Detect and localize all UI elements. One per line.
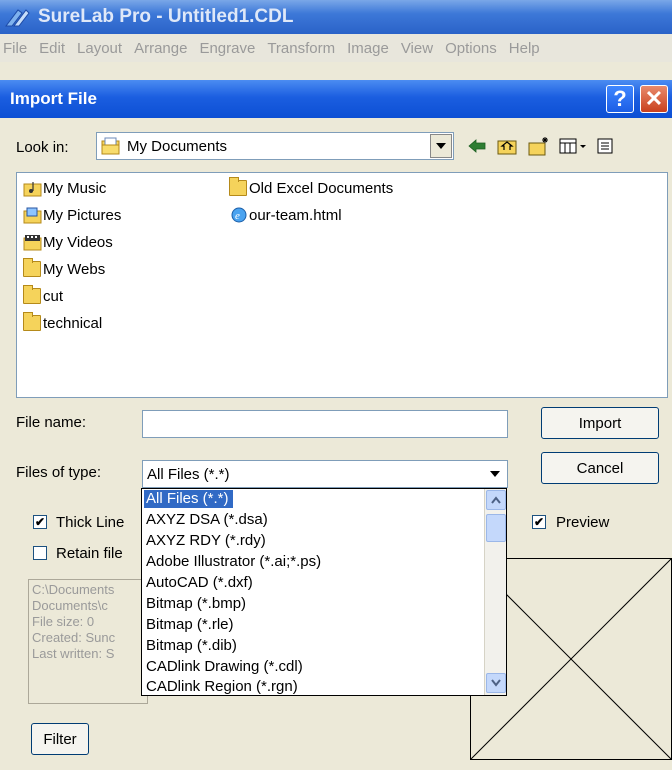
preview-label: Preview	[556, 514, 610, 531]
folder-icon	[23, 312, 41, 331]
type-option[interactable]: Bitmap (*.dib)	[144, 637, 237, 655]
menu-arrange[interactable]: Arrange	[134, 40, 187, 57]
info-path: C:\Documents	[32, 582, 115, 597]
file-list[interactable]: My Music My Pictures My Videos My Webs c…	[16, 172, 668, 398]
menu-bar: File Edit Layout Arrange Engrave Transfo…	[0, 34, 672, 62]
look-in-label: Look in:	[16, 139, 69, 156]
list-item[interactable]: technical	[23, 312, 102, 334]
menu-image[interactable]: Image	[347, 40, 389, 57]
list-item[interactable]: e our-team.html	[229, 204, 342, 226]
cancel-button[interactable]: Cancel	[541, 452, 659, 484]
my-documents-icon	[101, 137, 121, 155]
videos-folder-icon	[23, 233, 43, 251]
type-option[interactable]: AXYZ DSA (*.dsa)	[144, 511, 268, 529]
html-file-icon: e	[229, 206, 249, 224]
dialog-title-bar: Import File ? ✕	[0, 80, 672, 118]
type-option[interactable]: CADlink Region (*.rgn)	[144, 678, 298, 695]
view-menu-icon[interactable]	[558, 135, 590, 157]
pictures-folder-icon	[23, 206, 43, 224]
app-title: SureLab Pro - Untitled1.CDL	[38, 6, 294, 27]
close-button[interactable]: ✕	[640, 85, 668, 113]
type-option[interactable]: AutoCAD (*.dxf)	[144, 574, 253, 592]
type-option[interactable]: AXYZ RDY (*.rdy)	[144, 532, 266, 550]
files-of-type-combo[interactable]: All Files (*.*)	[142, 460, 508, 488]
file-name-label: File name:	[16, 414, 87, 431]
chevron-down-icon	[490, 471, 500, 477]
thick-lines-label: Thick Line	[56, 514, 125, 531]
list-item[interactable]: cut	[23, 285, 63, 307]
dialog-title: Import File	[10, 89, 97, 108]
back-icon[interactable]	[466, 135, 488, 157]
new-folder-icon[interactable]	[528, 135, 550, 157]
files-of-type-dropdown-button[interactable]	[484, 462, 506, 486]
menu-file[interactable]: File	[3, 40, 27, 57]
import-button[interactable]: Import	[541, 407, 659, 439]
folder-icon	[23, 285, 41, 304]
files-of-type-dropdown-list[interactable]: All Files (*.*) AXYZ DSA (*.dsa) AXYZ RD…	[141, 488, 507, 696]
menu-help[interactable]: Help	[509, 40, 540, 57]
file-info-panel: C:\Documents Documents\c File size: 0 Cr…	[28, 579, 148, 704]
thick-lines-checkbox[interactable]: ✔	[33, 515, 47, 529]
list-item[interactable]: My Pictures	[23, 204, 121, 226]
chevron-down-icon	[436, 143, 446, 149]
menu-transform[interactable]: Transform	[267, 40, 335, 57]
info-path-cont: Documents\c	[32, 598, 108, 613]
look-in-value: My Documents	[127, 137, 228, 155]
scroll-thumb[interactable]	[486, 514, 506, 542]
music-folder-icon	[23, 179, 43, 197]
menu-options[interactable]: Options	[445, 40, 497, 57]
help-button[interactable]: ?	[606, 85, 634, 113]
tools-icon[interactable]	[594, 135, 616, 157]
folder-icon	[23, 258, 41, 277]
retain-file-checkbox[interactable]	[33, 546, 47, 560]
look-in-combo[interactable]: My Documents	[96, 132, 454, 160]
menu-view[interactable]: View	[401, 40, 433, 57]
type-option[interactable]: CADlink Drawing (*.cdl)	[144, 658, 303, 676]
menu-layout[interactable]: Layout	[77, 40, 122, 57]
type-option[interactable]: Adobe Illustrator (*.ai;*.ps)	[144, 553, 321, 571]
file-name-input[interactable]	[142, 410, 508, 438]
dropdown-scrollbar[interactable]	[484, 489, 506, 695]
scroll-up-button[interactable]	[486, 490, 506, 510]
app-title-bar: SureLab Pro - Untitled1.CDL	[0, 0, 672, 34]
list-item[interactable]: My Music	[23, 177, 106, 199]
type-option[interactable]: Bitmap (*.rle)	[144, 616, 234, 634]
info-written: Last written: S	[32, 646, 115, 661]
chevron-up-icon	[491, 496, 501, 504]
info-size: File size: 0	[32, 614, 95, 629]
list-item[interactable]: My Webs	[23, 258, 105, 280]
chevron-down-icon	[491, 679, 501, 687]
svg-text:e: e	[235, 210, 240, 222]
up-folder-icon[interactable]	[496, 135, 518, 157]
filter-button[interactable]: Filter	[31, 723, 89, 755]
info-created: Created: Sunc	[32, 630, 116, 645]
shortcut-folder-icon	[229, 177, 247, 196]
list-item[interactable]: Old Excel Documents	[229, 177, 393, 199]
app-logo-icon	[4, 6, 30, 28]
type-option[interactable]: Bitmap (*.bmp)	[144, 595, 246, 613]
look-in-dropdown-button[interactable]	[430, 134, 452, 158]
type-option[interactable]: All Files (*.*)	[144, 490, 233, 508]
check-icon: ✔	[533, 515, 545, 529]
scroll-down-button[interactable]	[486, 673, 506, 693]
preview-checkbox[interactable]: ✔	[532, 515, 546, 529]
check-icon: ✔	[34, 515, 46, 529]
menu-edit[interactable]: Edit	[39, 40, 65, 57]
menu-engrave[interactable]: Engrave	[199, 40, 255, 57]
files-of-type-value: All Files (*.*)	[147, 465, 230, 483]
files-of-type-label: Files of type:	[16, 464, 102, 481]
list-item[interactable]: My Videos	[23, 231, 113, 253]
retain-file-label: Retain file	[56, 545, 123, 562]
